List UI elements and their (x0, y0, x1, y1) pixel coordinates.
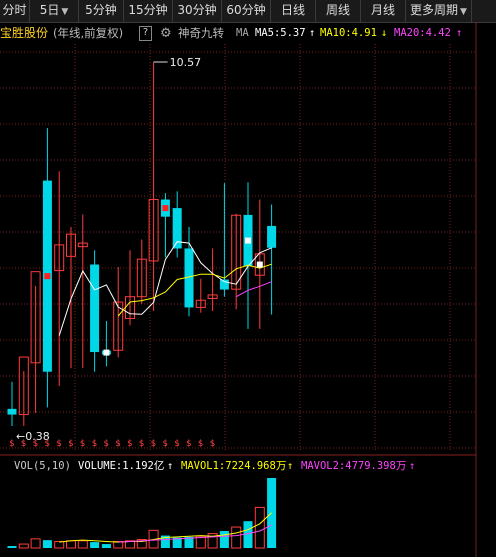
signal-label: $ (139, 439, 144, 449)
signal-label: $ (127, 439, 132, 449)
volume-bar (101, 544, 111, 548)
sell-signal-marker (256, 261, 263, 268)
signal-label: $ (103, 439, 108, 449)
volume-value: VOLUME:1.192亿 (78, 460, 165, 472)
high-price-label: 10.57 (170, 56, 202, 69)
ma20-line (235, 281, 272, 298)
candle-body (219, 279, 229, 290)
signal-label: $ (68, 439, 73, 449)
signal-label: $ (33, 439, 38, 449)
volume-bar (18, 543, 29, 549)
signal-label: $ (92, 439, 97, 449)
volume-bar (254, 506, 265, 549)
buy-signal-marker (44, 273, 51, 280)
mavol2-arrow-icon: ↑ (409, 460, 416, 472)
sell-signal-marker (103, 349, 110, 356)
volume-bar (54, 540, 65, 549)
signal-label: $ (151, 439, 156, 449)
buy-signal-marker (162, 205, 169, 212)
volume-arrow-icon: ↑ (167, 460, 174, 472)
signal-label: $ (198, 439, 203, 449)
mavol1-arrow-icon: ↑ (287, 460, 294, 472)
volume-bar (7, 546, 17, 548)
signal-label: $ (186, 439, 191, 449)
mavol2-value: MAVOL2:4779.398万 (301, 460, 407, 472)
signal-label: $ (21, 439, 26, 449)
signal-label: $ (115, 439, 120, 449)
volume-bar (231, 526, 242, 549)
volume-bar (90, 542, 100, 548)
volume-info-row: VOL(5,10) VOLUME:1.192亿 ↑ MAVOL1:7224.96… (0, 458, 496, 474)
volume-bar (42, 540, 52, 548)
signal-label: $ (44, 439, 49, 449)
volume-bar (66, 540, 76, 549)
sell-signal-marker (245, 237, 251, 244)
signal-label: $ (210, 439, 215, 449)
signal-label: $ (56, 439, 61, 449)
volume-bar (219, 530, 229, 548)
signal-label: $ (162, 439, 167, 449)
mavol1-value: MAVOL1:7224.968万 (181, 460, 287, 472)
signal-label: $ (9, 439, 14, 449)
volume-bar (30, 538, 41, 549)
candle-body (7, 408, 17, 415)
volume-bar (77, 540, 88, 549)
signal-label: $ (80, 439, 85, 449)
candle-body (90, 264, 100, 353)
signal-label: $ (174, 439, 179, 449)
candle-body (267, 225, 277, 248)
volume-label: VOL(5,10) (14, 460, 71, 472)
